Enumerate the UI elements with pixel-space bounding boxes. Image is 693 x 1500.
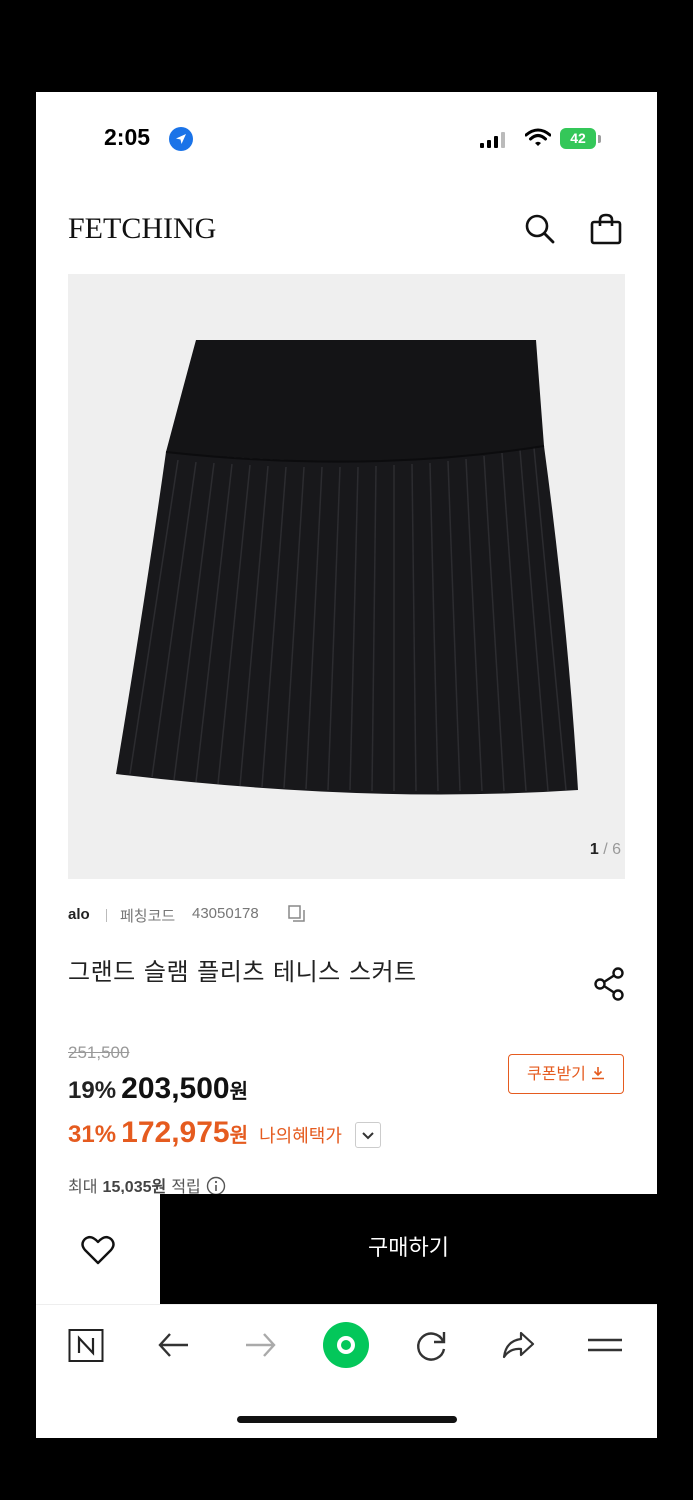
benefit-unit: 원: [229, 1123, 248, 1147]
product-title: 그랜드 슬램 플리츠 테니스 스커트: [68, 958, 417, 986]
naver-n-icon[interactable]: [68, 1327, 112, 1371]
share-arrow-icon[interactable]: [500, 1327, 544, 1371]
battery-icon: 42: [560, 128, 596, 149]
buy-button[interactable]: 구매하기: [160, 1194, 657, 1304]
brand-name[interactable]: alo: [68, 906, 90, 923]
discount-percent: 19%: [68, 1077, 117, 1104]
skirt-illustration: [116, 340, 578, 795]
chevron-down-icon[interactable]: [355, 1121, 381, 1148]
share-icon[interactable]: [592, 966, 626, 1006]
back-arrow-icon[interactable]: [156, 1327, 200, 1371]
benefit-price: 172,975: [121, 1116, 230, 1149]
benefit-price-row: 31% 172,975원 나의혜택가: [68, 1116, 381, 1151]
status-time: 2:05: [104, 124, 151, 150]
wifi-icon: [524, 128, 552, 152]
code-label: 페칭코드: [120, 907, 176, 925]
benefit-label: 나의혜택가: [259, 1126, 342, 1147]
home-indicator: [237, 1416, 457, 1423]
sale-price: 203,500: [121, 1072, 230, 1105]
naver-green-dot-icon[interactable]: [322, 1321, 370, 1369]
heart-icon: [81, 1235, 115, 1265]
shopping-bag-icon[interactable]: [589, 212, 623, 250]
cellular-signal-icon: [480, 132, 508, 148]
search-icon[interactable]: [524, 213, 556, 249]
browser-toolbar: [36, 1304, 657, 1391]
coupon-label: 쿠폰받기: [527, 1064, 586, 1083]
fetching-logo[interactable]: FETCHING: [68, 212, 216, 246]
menu-icon[interactable]: [586, 1327, 630, 1371]
download-icon: [591, 1067, 604, 1080]
image-counter: 1 / 6: [590, 841, 621, 859]
forward-arrow-icon[interactable]: [242, 1327, 286, 1371]
wishlist-button[interactable]: [36, 1194, 160, 1304]
sale-price-row: 19% 203,500원: [68, 1072, 248, 1106]
price-unit: 원: [229, 1079, 248, 1103]
divider: [106, 909, 107, 922]
benefit-percent: 31%: [68, 1121, 117, 1148]
product-image[interactable]: 1 / 6: [68, 274, 625, 879]
counter-separator: /: [603, 841, 608, 858]
phone-screen: 2:05 42 FETCHING 1 / 6 alo 페칭코드 43050178…: [36, 92, 657, 1438]
info-icon[interactable]: [206, 1176, 226, 1196]
location-arrow-icon: [169, 127, 193, 151]
original-price: 251,500: [68, 1043, 130, 1062]
counter-current: 1: [589, 841, 599, 858]
counter-total: 6: [612, 841, 621, 858]
product-code: 43050178: [192, 905, 259, 922]
copy-icon[interactable]: [287, 904, 307, 928]
refresh-icon[interactable]: [414, 1327, 458, 1371]
coupon-button[interactable]: 쿠폰받기: [508, 1054, 624, 1094]
battery-cap: [598, 135, 601, 143]
